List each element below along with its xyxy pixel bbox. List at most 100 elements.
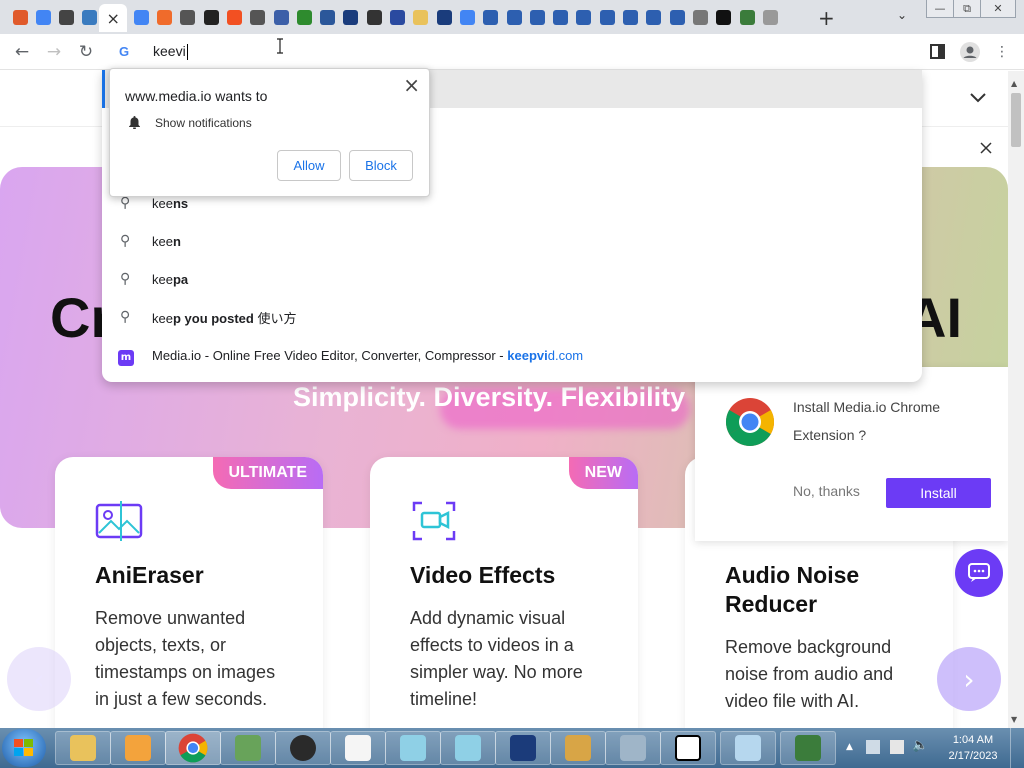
show-desktop-button[interactable] <box>1010 728 1024 768</box>
google-icon <box>35 9 51 25</box>
browser-tab[interactable] <box>643 6 665 28</box>
scroll-up-icon[interactable]: ▲ <box>1011 79 1017 88</box>
feature-card-anieraser[interactable]: ULTIMATE AniEraser Remove unwanted objec… <box>55 457 323 728</box>
browser-tab[interactable] <box>433 6 455 28</box>
browser-tab[interactable] <box>154 6 176 28</box>
browser-tab[interactable] <box>130 6 152 28</box>
install-button[interactable]: Install <box>886 478 991 508</box>
explorer-taskbar-icon[interactable] <box>55 731 111 765</box>
browser-tab[interactable] <box>247 6 269 28</box>
browser-tab[interactable] <box>32 6 54 28</box>
browser-tab[interactable] <box>270 6 292 28</box>
browser-tab[interactable] <box>177 6 199 28</box>
media-player-taskbar-icon[interactable] <box>110 731 166 765</box>
browser-tab[interactable] <box>340 6 362 28</box>
pd-taskbar-icon[interactable] <box>495 731 551 765</box>
atom-taskbar-icon[interactable] <box>275 731 331 765</box>
feature-card-video-effects[interactable]: NEW Video Effects Add dynamic visual eff… <box>370 457 638 728</box>
browser-tab[interactable] <box>480 6 502 28</box>
network-app2-taskbar-icon[interactable] <box>605 731 661 765</box>
profile-avatar-icon[interactable] <box>960 42 980 62</box>
browser-tab[interactable] <box>387 6 409 28</box>
card-desc-line: effects to videos in a <box>410 635 574 655</box>
restore-button[interactable]: ⧉ <box>953 0 981 18</box>
page-scrollbar[interactable]: ▲ ▼ <box>1008 71 1024 728</box>
video-effects-icon <box>412 501 456 541</box>
search-icon: ⚲ <box>120 309 131 325</box>
browser-tab[interactable] <box>56 6 78 28</box>
suggestion-item[interactable]: ⚲ keep you posted 使い方 <box>102 298 922 336</box>
browser-tab[interactable] <box>223 6 245 28</box>
image-eraser-icon <box>95 501 143 541</box>
browser-tab[interactable] <box>713 6 735 28</box>
google-icon <box>133 9 149 25</box>
allow-button[interactable]: Allow <box>277 150 341 181</box>
browser-tab[interactable] <box>456 6 478 28</box>
browser-tab[interactable] <box>620 6 642 28</box>
active-tab[interactable]: × <box>99 4 128 32</box>
close-tab-icon[interactable]: × <box>106 9 119 28</box>
browser-tab[interactable] <box>9 6 31 28</box>
suggestion-item[interactable]: ⚲ keen <box>102 222 922 260</box>
list-app-taskbar-icon[interactable] <box>330 731 386 765</box>
browser-tab[interactable] <box>573 6 595 28</box>
scroll-down-icon[interactable]: ▼ <box>1011 715 1017 724</box>
minimize-button[interactable]: — <box>926 0 954 18</box>
carousel-next-button[interactable]: › <box>937 647 1001 711</box>
new-tab-button[interactable]: + <box>818 6 835 30</box>
browser-tab[interactable] <box>550 6 572 28</box>
close-icon[interactable]: × <box>403 73 420 97</box>
search-icon: ⚲ <box>120 195 131 211</box>
suggestion-item[interactable]: ⚲ keepa <box>102 260 922 298</box>
globe-icon <box>762 9 778 25</box>
volume-icon[interactable]: 🔈 <box>912 738 928 753</box>
menu-dots-icon[interactable]: ⋮ <box>990 40 1014 64</box>
chat-button[interactable] <box>955 549 1003 597</box>
notepad2-taskbar-icon[interactable] <box>440 731 496 765</box>
close-banner-icon[interactable] <box>980 142 992 154</box>
browser-tab[interactable] <box>596 6 618 28</box>
carousel-prev-button[interactable]: ‹ <box>7 647 71 711</box>
scrollbar-thumb[interactable] <box>1011 93 1021 147</box>
browser-tab[interactable] <box>410 6 432 28</box>
back-arrow-icon[interactable]: ← <box>10 40 34 64</box>
7zip-taskbar-icon[interactable] <box>660 731 716 765</box>
app-taskbar-icon[interactable] <box>780 731 836 765</box>
site-suggestion-item[interactable]: m Media.io - Online Free Video Editor, C… <box>102 336 922 374</box>
side-panel-icon[interactable] <box>930 44 945 59</box>
browser-tab[interactable] <box>293 6 315 28</box>
tray-app-icon[interactable] <box>866 740 880 754</box>
a-icon <box>623 9 638 25</box>
browser-tab[interactable] <box>200 6 222 28</box>
system-clock[interactable]: 1:04 AM 2/17/2023 <box>942 732 1004 764</box>
chrome-taskbar-icon[interactable] <box>165 731 221 765</box>
csharp-taskbar-icon[interactable] <box>220 731 276 765</box>
block-button[interactable]: Block <box>349 150 413 181</box>
a-icon <box>599 9 615 25</box>
notepad-taskbar-icon[interactable] <box>385 731 441 765</box>
a-icon <box>529 9 545 25</box>
tray-expand-icon[interactable]: ▲ <box>846 742 853 752</box>
browser-tab[interactable] <box>689 6 711 28</box>
card-title: Reducer <box>725 591 818 617</box>
browser-tab[interactable] <box>363 6 385 28</box>
reload-icon[interactable]: ↻ <box>74 40 98 64</box>
close-window-button[interactable]: ✕ <box>980 0 1016 18</box>
forward-arrow-icon[interactable]: → <box>42 40 66 64</box>
notification-permission-popup: www.media.io wants to × Show notificatio… <box>109 68 430 197</box>
address-bar-input[interactable]: keevi <box>153 43 188 61</box>
browser-tab[interactable] <box>526 6 548 28</box>
browser-tab[interactable] <box>79 6 101 28</box>
remote-desktop-taskbar-icon[interactable] <box>720 731 776 765</box>
browser-tab[interactable] <box>666 6 688 28</box>
start-button[interactable] <box>2 729 46 767</box>
tab-search-chevron-icon[interactable]: ⌄ <box>897 8 907 22</box>
no-thanks-button[interactable]: No, thanks <box>793 483 860 499</box>
network-icon[interactable] <box>890 740 904 754</box>
browser-tab[interactable] <box>736 6 758 28</box>
network-app-taskbar-icon[interactable] <box>550 731 606 765</box>
chevron-down-icon[interactable] <box>970 93 986 103</box>
browser-tab[interactable] <box>759 6 781 28</box>
browser-tab[interactable] <box>317 6 339 28</box>
browser-tab[interactable] <box>503 6 525 28</box>
